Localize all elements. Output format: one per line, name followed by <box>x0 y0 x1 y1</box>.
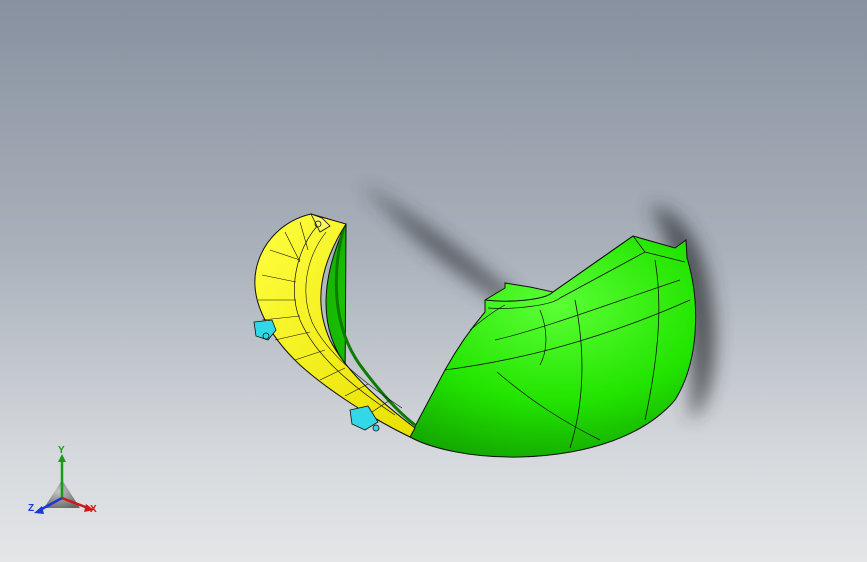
reference-triad[interactable]: Y Z X <box>26 446 106 526</box>
x-axis-label: X <box>90 504 97 515</box>
graphics-viewport[interactable]: Y Z X <box>0 0 867 562</box>
3d-model-view[interactable] <box>0 0 867 562</box>
y-axis-label: Y <box>58 445 65 456</box>
z-axis-label: Z <box>28 503 35 514</box>
